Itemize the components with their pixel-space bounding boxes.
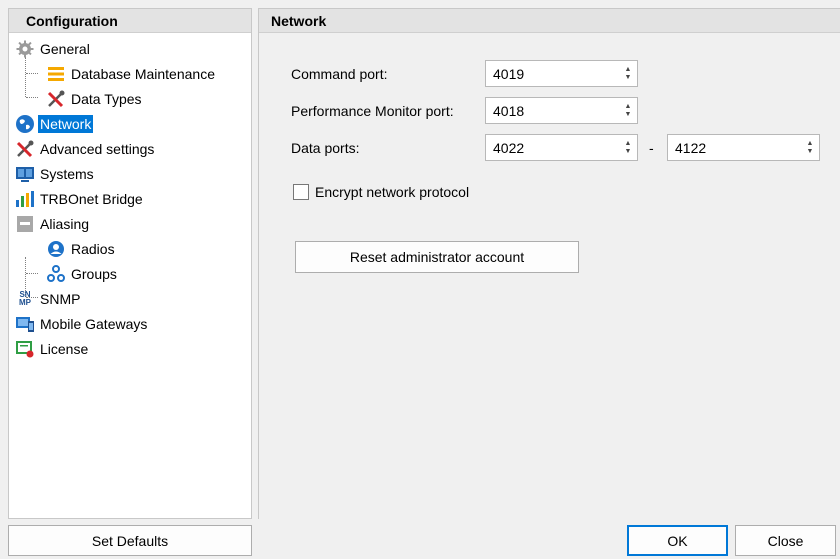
- tree-item-database-maintenance[interactable]: Database Maintenance: [9, 61, 251, 86]
- tree-item-label: TRBOnet Bridge: [40, 190, 143, 207]
- bridge-icon: [15, 189, 35, 209]
- aliasing-icon: [15, 214, 35, 234]
- spin-arrows-icon[interactable]: ▲ ▼: [619, 61, 637, 86]
- ok-button[interactable]: OK: [627, 525, 728, 556]
- systems-icon: [15, 164, 35, 184]
- tree-item-label: SNMP: [40, 290, 81, 307]
- license-icon: [15, 339, 35, 359]
- data-port-from-stepper[interactable]: 4022 ▲ ▼: [485, 134, 638, 161]
- perf-port-value: 4018: [493, 102, 525, 119]
- tree-item-data-types[interactable]: Data Types: [9, 86, 251, 111]
- data-ports-label: Data ports:: [291, 140, 360, 156]
- tools-icon: [46, 89, 66, 109]
- configuration-panel: Configuration General Database Maintenan…: [8, 8, 252, 519]
- command-port-label: Command port:: [291, 66, 388, 82]
- tree-item-advanced-settings[interactable]: Advanced settings: [9, 136, 251, 161]
- tree-item-label: Database Maintenance: [71, 65, 215, 82]
- tree-item-label: Groups: [71, 265, 117, 282]
- network-panel: Network Command port: 4019 ▲ ▼ Performanc…: [258, 8, 840, 519]
- tree-item-snmp[interactable]: SN MP SNMP: [9, 286, 251, 311]
- radio-user-icon: [46, 239, 66, 259]
- tree-item-label: Network: [38, 114, 94, 133]
- tree-item-trbonet-bridge[interactable]: TRBOnet Bridge: [9, 186, 251, 211]
- perf-port-label: Performance Monitor port:: [291, 103, 454, 119]
- configuration-header: Configuration: [9, 9, 251, 33]
- command-port-value: 4019: [493, 65, 525, 82]
- command-port-stepper[interactable]: 4019 ▲ ▼: [485, 60, 638, 87]
- configuration-tree: General Database Maintenance Data Types …: [9, 33, 251, 361]
- tree-item-label: Data Types: [71, 90, 142, 107]
- data-port-to-value: 4122: [675, 139, 707, 156]
- encrypt-network-protocol-label: Encrypt network protocol: [315, 184, 470, 200]
- tree-item-label: Aliasing: [40, 215, 90, 232]
- network-header: Network: [259, 9, 840, 33]
- encrypt-network-protocol-checkbox[interactable]: [293, 184, 309, 200]
- tree-item-label: Radios: [71, 240, 115, 257]
- groups-icon: [46, 264, 66, 284]
- tree-item-label: Systems: [40, 165, 94, 182]
- spin-arrows-icon[interactable]: ▲ ▼: [619, 135, 637, 160]
- spin-arrows-icon[interactable]: ▲ ▼: [619, 98, 637, 123]
- data-port-to-stepper[interactable]: 4122 ▲ ▼: [667, 134, 820, 161]
- perf-port-stepper[interactable]: 4018 ▲ ▼: [485, 97, 638, 124]
- tools-icon: [15, 139, 35, 159]
- tree-item-mobile-gateways[interactable]: Mobile Gateways: [9, 311, 251, 336]
- database-maintenance-icon: [46, 64, 66, 84]
- tree-item-general[interactable]: General: [9, 36, 251, 61]
- snmp-icon: SN MP: [15, 289, 35, 309]
- tree-item-groups[interactable]: Groups: [9, 261, 251, 286]
- tree-item-network[interactable]: Network: [9, 111, 251, 136]
- tree-item-label: Mobile Gateways: [40, 315, 148, 332]
- data-port-from-value: 4022: [493, 139, 525, 156]
- tree-item-systems[interactable]: Systems: [9, 161, 251, 186]
- tree-item-label: License: [40, 340, 89, 357]
- encrypt-network-protocol-row[interactable]: Encrypt network protocol: [293, 184, 469, 200]
- tree-item-radios[interactable]: Radios: [9, 236, 251, 261]
- tree-item-aliasing[interactable]: Aliasing: [9, 211, 251, 236]
- mobile-gateways-icon: [15, 314, 35, 334]
- spin-arrows-icon[interactable]: ▲ ▼: [801, 135, 819, 160]
- tree-item-label: Advanced settings: [40, 140, 155, 157]
- data-ports-dash: -: [649, 140, 654, 156]
- snmp-icon-text: MP: [19, 297, 31, 307]
- tree-item-label: General: [40, 40, 90, 57]
- gear-icon: [15, 39, 35, 59]
- set-defaults-button[interactable]: Set Defaults: [8, 525, 252, 556]
- reset-administrator-account-button[interactable]: Reset administrator account: [295, 241, 579, 273]
- close-button[interactable]: Close: [735, 525, 836, 556]
- tree-item-license[interactable]: License: [9, 336, 251, 361]
- globe-icon: [15, 114, 35, 134]
